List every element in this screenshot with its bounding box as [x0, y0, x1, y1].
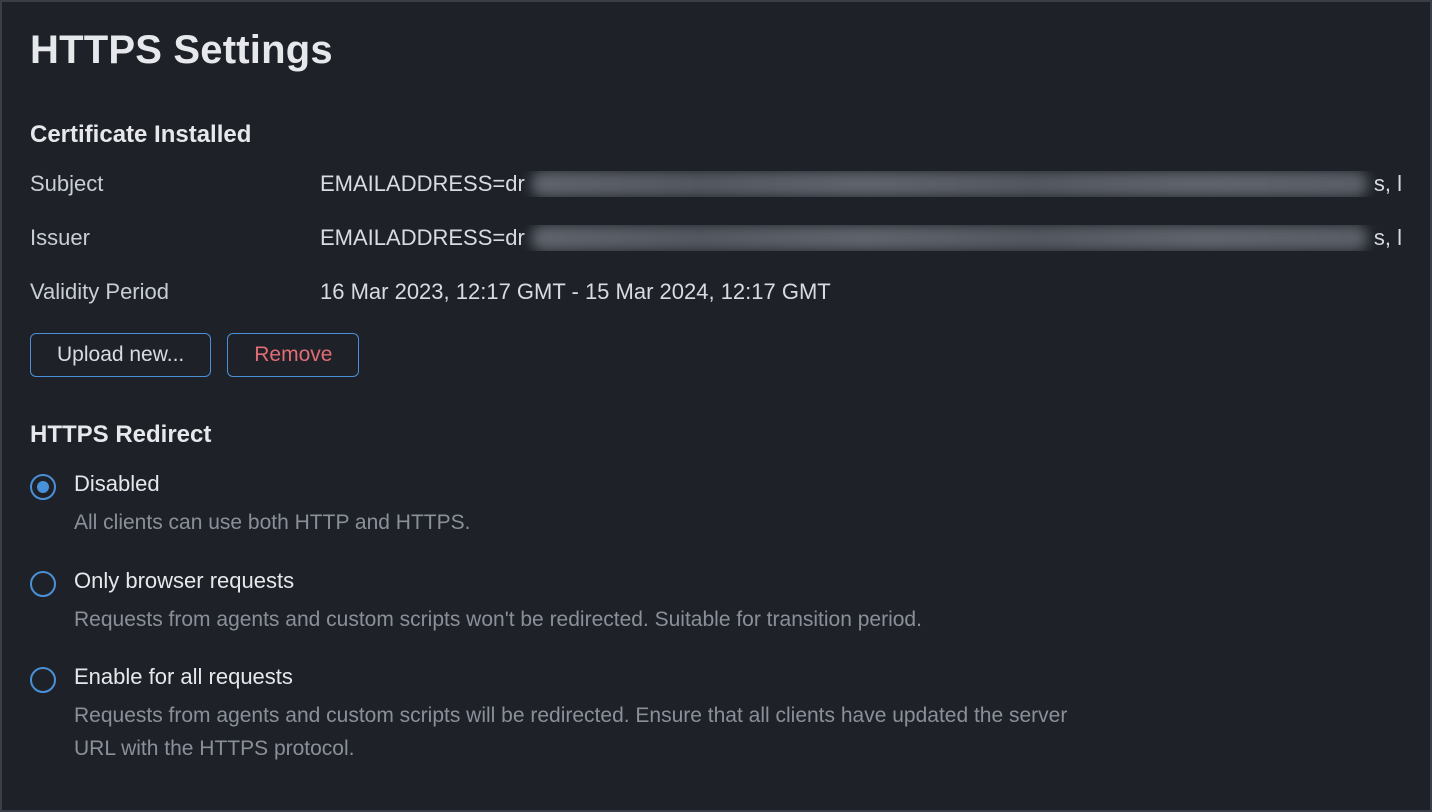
- certificate-subject-value: EMAILADDRESS=dr s, l: [320, 171, 1402, 197]
- certificate-issuer-prefix: EMAILADDRESS=dr: [320, 225, 525, 251]
- certificate-issuer-label: Issuer: [30, 225, 320, 251]
- redacted-blur: [531, 171, 1368, 197]
- page-title: HTTPS Settings: [30, 28, 1402, 73]
- certificate-issuer-suffix: s, l: [1374, 225, 1402, 251]
- remove-button[interactable]: Remove: [227, 333, 359, 377]
- radio-option-only-browser[interactable]: Only browser requests Requests from agen…: [30, 568, 1402, 637]
- radio-text: Disabled All clients can use both HTTP a…: [74, 471, 470, 540]
- certificate-installed-heading: Certificate Installed: [30, 121, 1402, 149]
- certificate-subject-row: Subject EMAILADDRESS=dr s, l: [30, 171, 1402, 197]
- certificate-issuer-row: Issuer EMAILADDRESS=dr s, l: [30, 225, 1402, 251]
- radio-description: All clients can use both HTTP and HTTPS.: [74, 507, 470, 540]
- radio-description: Requests from agents and custom scripts …: [74, 700, 1094, 765]
- https-redirect-radio-group: Disabled All clients can use both HTTP a…: [30, 471, 1402, 765]
- certificate-validity-value: 16 Mar 2023, 12:17 GMT - 15 Mar 2024, 12…: [320, 279, 1402, 305]
- certificate-validity-label: Validity Period: [30, 279, 320, 305]
- radio-label: Only browser requests: [74, 568, 922, 594]
- radio-text: Enable for all requests Requests from ag…: [74, 664, 1094, 765]
- radio-icon[interactable]: [30, 474, 56, 500]
- certificate-subject-prefix: EMAILADDRESS=dr: [320, 171, 525, 197]
- https-redirect-heading: HTTPS Redirect: [30, 421, 1402, 449]
- radio-label: Enable for all requests: [74, 664, 1094, 690]
- certificate-buttons: Upload new... Remove: [30, 333, 1402, 377]
- certificate-validity-row: Validity Period 16 Mar 2023, 12:17 GMT -…: [30, 279, 1402, 305]
- radio-option-disabled[interactable]: Disabled All clients can use both HTTP a…: [30, 471, 1402, 540]
- radio-description: Requests from agents and custom scripts …: [74, 604, 922, 637]
- radio-label: Disabled: [74, 471, 470, 497]
- redacted-blur: [531, 225, 1368, 251]
- upload-new-button[interactable]: Upload new...: [30, 333, 211, 377]
- certificate-subject-suffix: s, l: [1374, 171, 1402, 197]
- radio-icon[interactable]: [30, 571, 56, 597]
- radio-text: Only browser requests Requests from agen…: [74, 568, 922, 637]
- certificate-subject-label: Subject: [30, 171, 320, 197]
- radio-option-enable-all[interactable]: Enable for all requests Requests from ag…: [30, 664, 1402, 765]
- radio-icon[interactable]: [30, 667, 56, 693]
- certificate-issuer-value: EMAILADDRESS=dr s, l: [320, 225, 1402, 251]
